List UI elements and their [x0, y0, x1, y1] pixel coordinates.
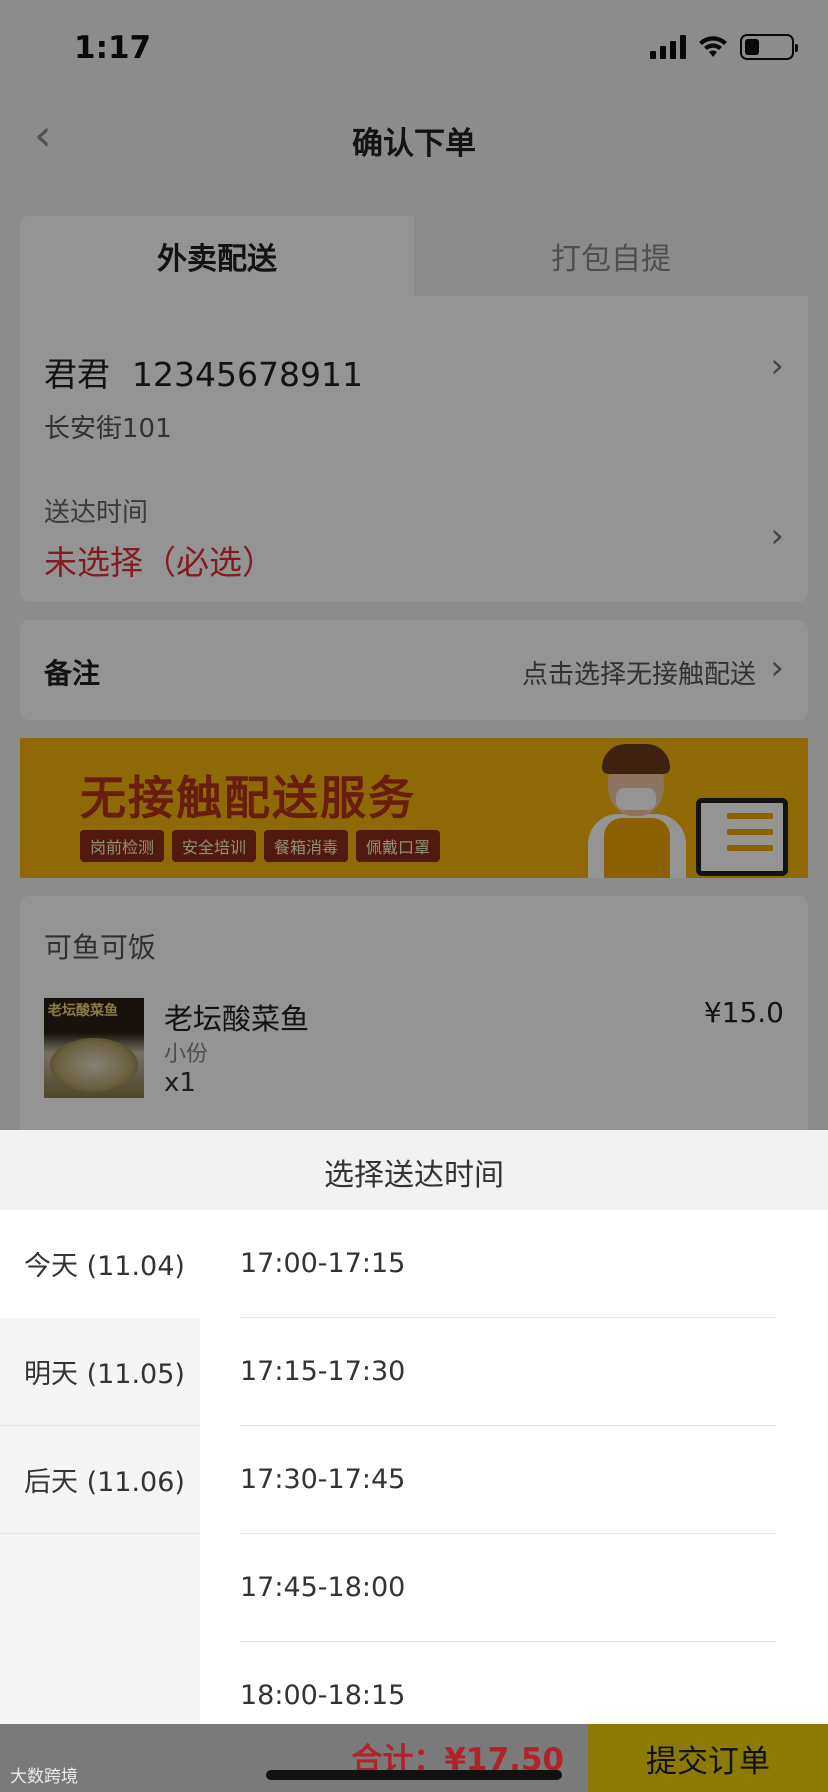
- submit-order-button[interactable]: 提交订单: [588, 1724, 828, 1792]
- time-slot[interactable]: 17:15-17:30: [240, 1318, 776, 1426]
- checkout-bar: 大数跨境 合计：¥17.50 提交订单: [0, 1724, 828, 1792]
- time-slot[interactable]: 17:30-17:45: [240, 1426, 776, 1534]
- time-slot[interactable]: 17:45-18:00: [240, 1534, 776, 1642]
- sheet-header: 选择送达时间: [0, 1130, 828, 1210]
- time-slot[interactable]: 18:00-18:15: [240, 1642, 776, 1724]
- watermark: 大数跨境: [10, 1767, 78, 1787]
- time-slot-list[interactable]: 17:00-17:15 17:15-17:30 17:30-17:45 17:4…: [240, 1210, 776, 1724]
- day-option-after-tomorrow[interactable]: 后天 (11.06): [0, 1426, 200, 1534]
- day-option-tomorrow[interactable]: 明天 (11.05): [0, 1318, 200, 1426]
- order-page: 1:17 ‹ 确认下单 外卖配送 打包自提 君君 12345678911 长安街1…: [0, 0, 828, 1792]
- day-option-today[interactable]: 今天 (11.04): [0, 1210, 200, 1318]
- sheet-title: 选择送达时间: [324, 1158, 504, 1193]
- delivery-time-sheet: 选择送达时间 今天 (11.04) 明天 (11.05) 后天 (11.06) …: [0, 1130, 828, 1724]
- time-slot[interactable]: 17:00-17:15: [240, 1210, 776, 1318]
- day-list: 今天 (11.04) 明天 (11.05) 后天 (11.06): [0, 1210, 200, 1724]
- home-indicator[interactable]: [266, 1770, 562, 1780]
